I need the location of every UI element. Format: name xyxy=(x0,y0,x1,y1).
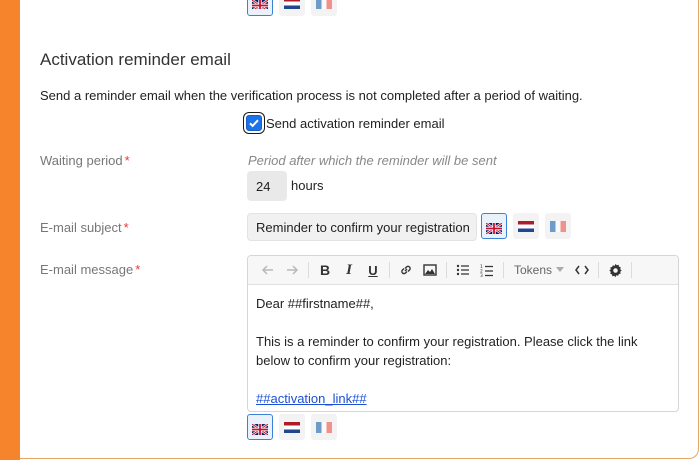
required-mark: * xyxy=(123,220,129,235)
uk-flag-icon xyxy=(252,0,268,9)
section-title: Activation reminder email xyxy=(40,50,231,69)
uk-flag-icon xyxy=(251,422,269,436)
message-language-nl-button[interactable] xyxy=(279,414,305,440)
undo-icon[interactable] xyxy=(256,258,280,282)
required-mark: * xyxy=(135,262,141,277)
message-language-en-button[interactable] xyxy=(247,414,273,440)
bold-icon[interactable]: B xyxy=(313,258,337,282)
reminder-checkbox-label: Send activation reminder email xyxy=(266,115,445,131)
nl-flag-icon xyxy=(284,0,300,9)
italic-icon[interactable]: I xyxy=(337,258,361,282)
toolbar-divider xyxy=(308,262,309,278)
checkmark-icon xyxy=(249,119,259,128)
subject-language-en-button[interactable] xyxy=(481,213,507,239)
toolbar-divider xyxy=(389,262,390,278)
chevron-down-icon xyxy=(556,267,565,272)
nl-flag-icon xyxy=(518,220,534,232)
message-language-fr-button[interactable] xyxy=(311,414,337,440)
toolbar-divider xyxy=(446,262,447,278)
waiting-period-label: Waiting period * xyxy=(40,153,130,168)
editor-content[interactable]: Dear ##firstname##, This is a reminder t… xyxy=(248,285,678,411)
link-icon[interactable] xyxy=(394,258,418,282)
uk-flag-icon xyxy=(485,221,503,235)
message-language-switcher xyxy=(247,414,337,440)
language-fr-button[interactable] xyxy=(311,0,337,16)
language-nl-button[interactable] xyxy=(279,0,305,16)
bullet-list-icon[interactable] xyxy=(451,258,475,282)
fr-flag-icon xyxy=(316,0,332,9)
code-icon[interactable] xyxy=(570,258,594,282)
email-message-editor[interactable]: B I U 123 Tokens Dear ##firstname##, Thi… xyxy=(247,255,679,412)
tokens-dropdown[interactable]: Tokens xyxy=(508,263,570,277)
svg-text:3: 3 xyxy=(480,273,483,277)
section-description: Send a reminder email when the verificat… xyxy=(40,88,583,103)
toolbar-divider xyxy=(598,262,600,278)
reminder-checkbox-row[interactable]: Send activation reminder email xyxy=(246,115,444,131)
waiting-period-input[interactable]: 24 xyxy=(247,171,287,201)
language-en-button[interactable] xyxy=(247,0,273,16)
editor-toolbar: B I U 123 Tokens xyxy=(248,256,678,285)
side-accent-bar xyxy=(0,0,20,460)
subject-language-nl-button[interactable] xyxy=(513,213,539,239)
image-icon[interactable] xyxy=(418,258,442,282)
email-subject-input[interactable]: Reminder to confirm your registration xyxy=(247,213,477,241)
email-subject-label: E-mail subject * xyxy=(40,220,129,235)
subject-language-fr-button[interactable] xyxy=(545,213,571,239)
subject-language-switcher xyxy=(481,213,571,239)
waiting-period-hint: Period after which the reminder will be … xyxy=(248,153,497,168)
toolbar-divider xyxy=(631,262,633,278)
activation-link[interactable]: ##activation_link## xyxy=(256,391,367,406)
top-language-switcher xyxy=(247,0,337,16)
message-paragraph: This is a reminder to confirm your regis… xyxy=(256,334,638,368)
underline-icon[interactable]: U xyxy=(361,258,385,282)
nl-flag-icon xyxy=(284,421,300,433)
reminder-checkbox[interactable] xyxy=(246,115,262,131)
fr-flag-icon xyxy=(550,220,566,232)
toolbar-divider xyxy=(503,262,504,278)
fr-flag-icon xyxy=(316,421,332,433)
required-mark: * xyxy=(124,153,130,168)
numbered-list-icon[interactable]: 123 xyxy=(475,258,499,282)
waiting-period-unit: hours xyxy=(291,178,324,193)
redo-icon[interactable] xyxy=(280,258,304,282)
message-greeting: Dear ##firstname##, xyxy=(256,296,374,311)
gear-icon[interactable] xyxy=(603,258,627,282)
email-message-label: E-mail message * xyxy=(40,262,141,277)
